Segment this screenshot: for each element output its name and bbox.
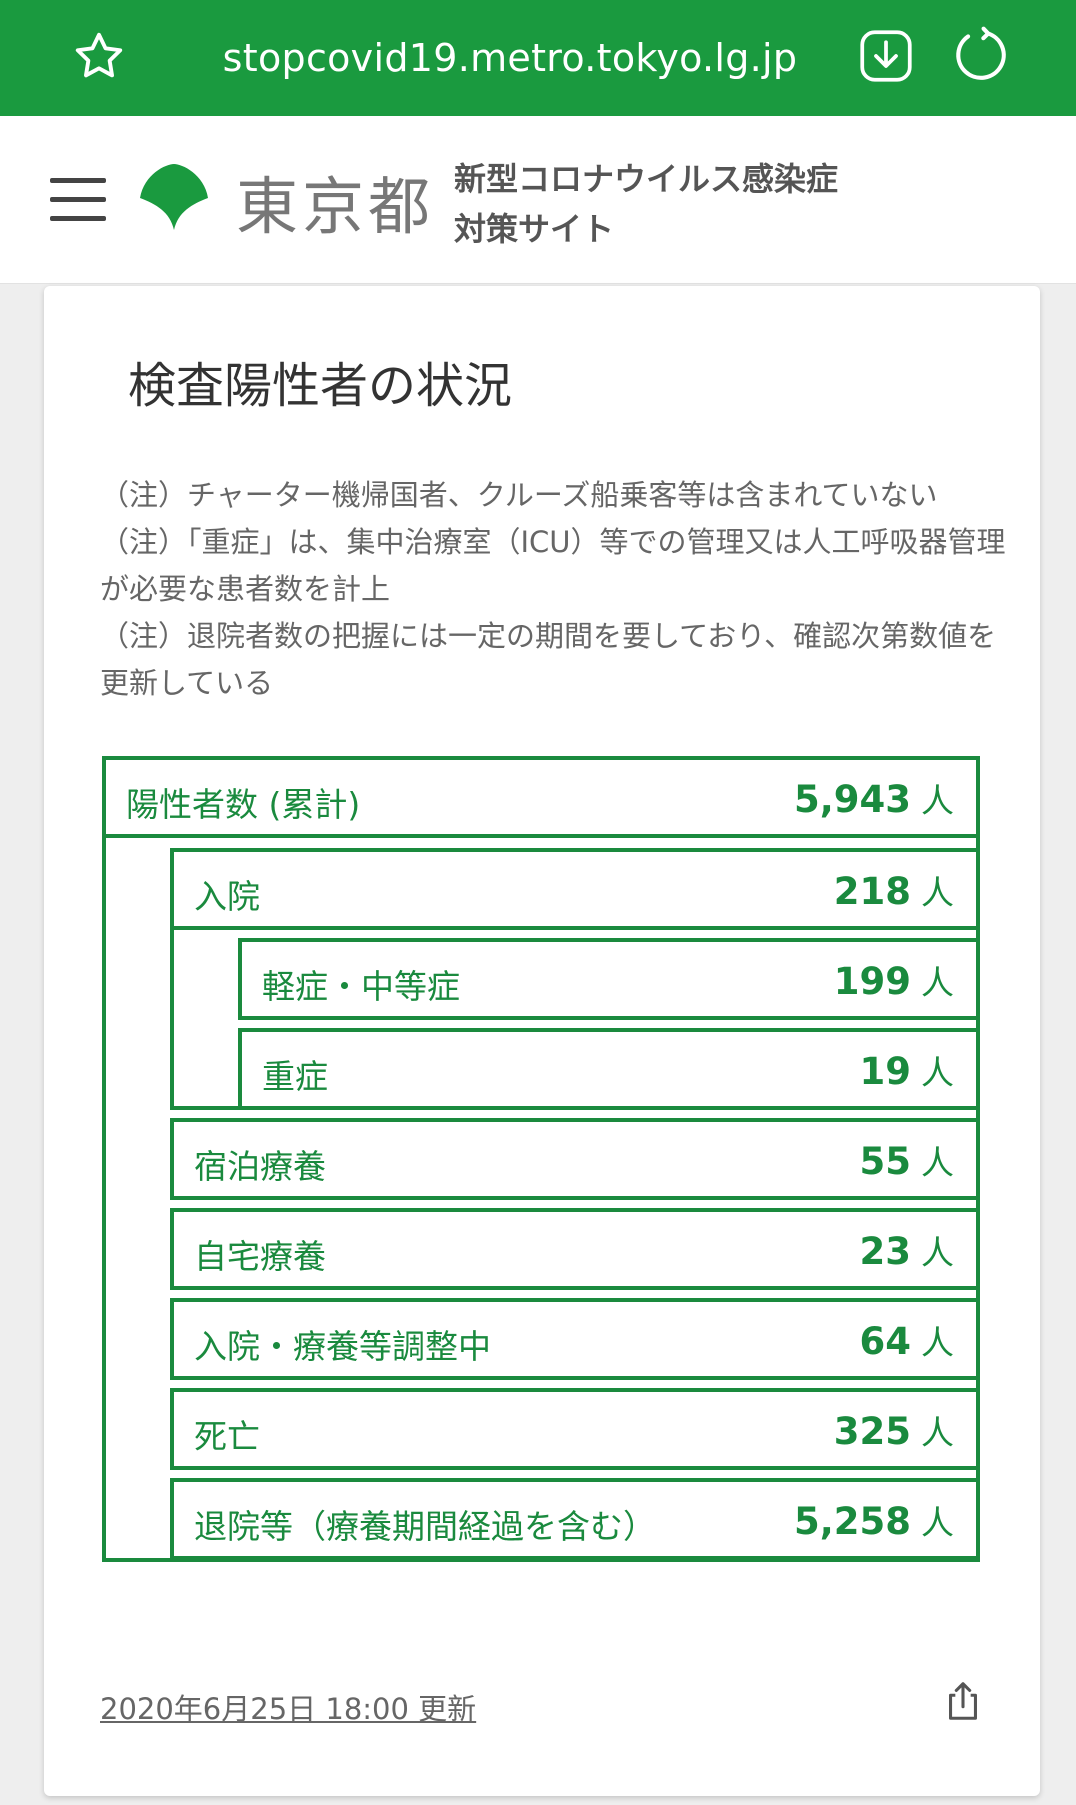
row-value: 325 人 [833, 1410, 954, 1453]
bookmark-star-icon[interactable] [70, 28, 128, 86]
menu-hamburger-icon[interactable] [50, 178, 106, 222]
row-value: 218 人 [833, 870, 954, 913]
row-label: 宿泊療養 [194, 1147, 326, 1186]
last-updated-link[interactable]: 2020年6月25日 18:00 更新 [100, 1686, 476, 1728]
notes: （注）チャーター機帰国者、クルーズ船乗客等は含まれていない （注）「重症」は、集… [100, 472, 1020, 707]
reload-icon[interactable] [950, 24, 1012, 86]
browser-toolbar: stopcovid19.metro.tokyo.lg.jp [0, 0, 1076, 116]
row-label: 入院・療養等調整中 [194, 1327, 491, 1366]
tree-row-adjusting: 入院・療養等調整中 64 人 [170, 1298, 980, 1380]
row-label: 陽性者数 (累計) [126, 785, 361, 824]
row-label: 軽症・中等症 [262, 967, 460, 1006]
row-value: 23 人 [859, 1230, 955, 1273]
logo-text[interactable]: 東京都 [236, 156, 434, 246]
row-label: 死亡 [194, 1417, 260, 1456]
tree-row-hospitalized: 入院 218 人 [170, 848, 980, 930]
row-label: 重症 [262, 1057, 328, 1096]
site-title[interactable]: 新型コロナウイルス感染症 対策サイト [454, 154, 838, 254]
tree-row-mild: 軽症・中等症 199 人 [238, 938, 980, 1020]
row-value: 55 人 [859, 1140, 955, 1183]
address-bar-url[interactable]: stopcovid19.metro.tokyo.lg.jp [190, 0, 830, 116]
tree-row-deaths: 死亡 325 人 [170, 1388, 980, 1470]
row-value: 199 人 [833, 960, 954, 1003]
positive-status-card: 検査陽性者の状況 （注）チャーター機帰国者、クルーズ船乗客等は含まれていない （… [44, 286, 1040, 1796]
tree-row-severe: 重症 19 人 [238, 1028, 980, 1110]
site-title-line2: 対策サイト [454, 210, 615, 248]
note-item: （注）「重症」は、集中治療室（ICU）等での管理又は人工呼吸器管理が必要な患者数… [100, 525, 1006, 606]
tree-row-home: 自宅療養 23 人 [170, 1208, 980, 1290]
download-icon[interactable] [856, 26, 916, 86]
row-label: 自宅療養 [194, 1237, 326, 1276]
share-icon[interactable] [940, 1678, 986, 1724]
site-header: 東京都 新型コロナウイルス感染症 対策サイト [0, 116, 1076, 284]
site-title-line1: 新型コロナウイルス感染症 [454, 160, 839, 198]
card-title: 検査陽性者の状況 [128, 358, 513, 414]
note-item: （注）チャーター機帰国者、クルーズ船乗客等は含まれていない [100, 478, 938, 512]
note-item: （注）退院者数の把握には一定の期間を要しており、確認次第数値を更新している [100, 619, 997, 700]
tree-row-total-header: 陽性者数 (累計) 5,943 人 [102, 756, 980, 838]
row-label: 入院 [194, 877, 260, 916]
tree-row-discharged: 退院等（療養期間経過を含む） 5,258 人 [170, 1478, 980, 1560]
row-value: 5,258 人 [793, 1500, 954, 1543]
row-value: 19 人 [859, 1050, 955, 1093]
tokyo-ginkgo-logo-icon[interactable] [134, 160, 214, 240]
tree-row-hotel: 宿泊療養 55 人 [170, 1118, 980, 1200]
row-value: 5,943 人 [793, 778, 954, 821]
row-label: 退院等（療養期間経過を含む） [194, 1507, 656, 1546]
row-value: 64 人 [859, 1320, 955, 1363]
